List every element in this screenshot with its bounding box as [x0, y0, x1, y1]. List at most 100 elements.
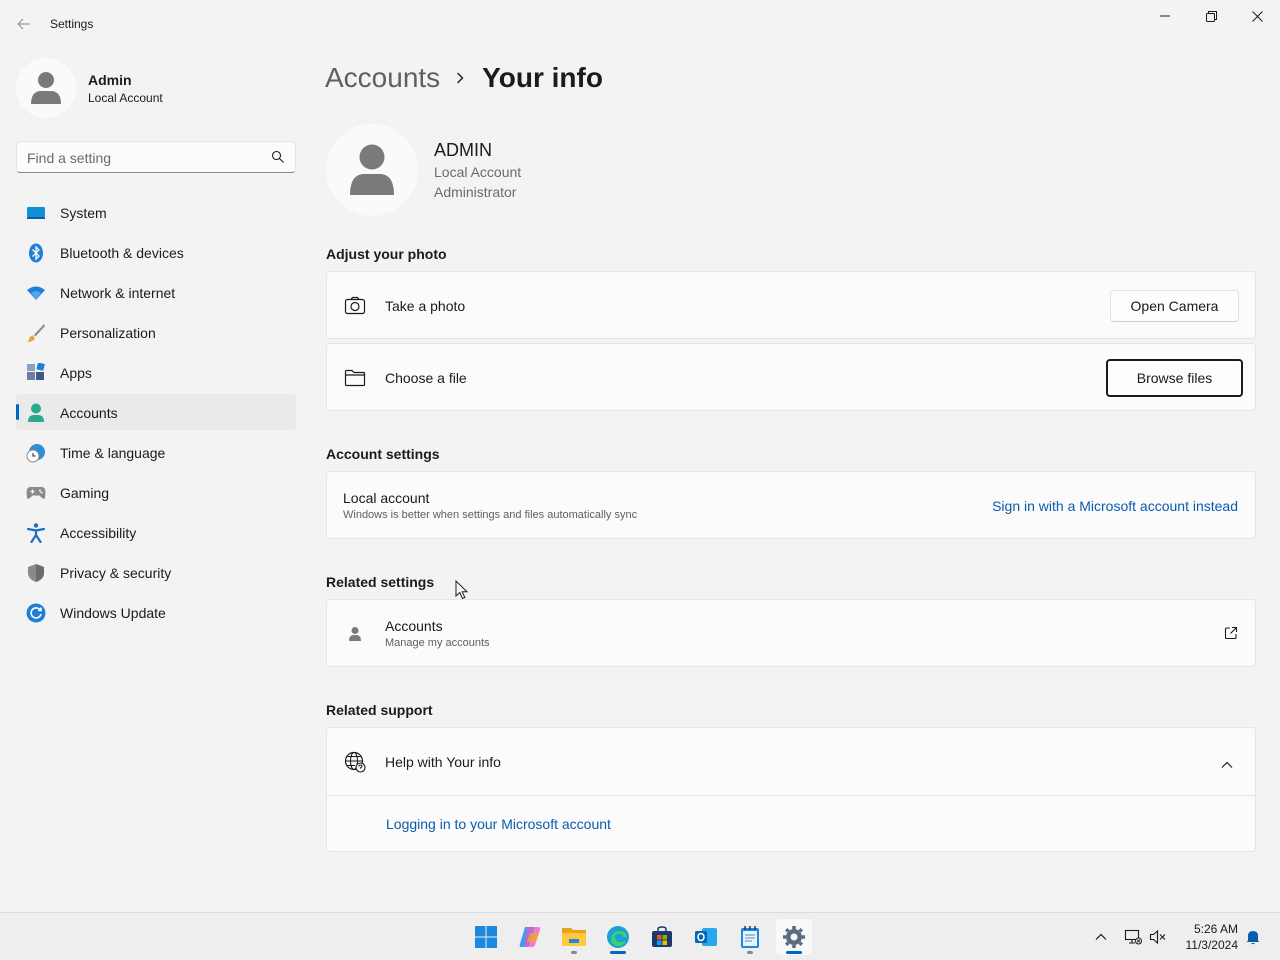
avatar	[326, 124, 418, 216]
sidebar-item-label: Personalization	[60, 325, 156, 341]
title-bar: Settings	[0, 0, 1280, 48]
local-account-description: Windows is better when settings and file…	[343, 509, 638, 521]
section-title-related-support: Related support	[326, 702, 433, 718]
sidebar-item-bluetooth[interactable]: Bluetooth & devices	[16, 234, 296, 270]
search-icon[interactable]	[271, 150, 285, 164]
sidebar-item-label: Privacy & security	[60, 565, 172, 581]
volume-muted-icon[interactable]	[1148, 927, 1168, 947]
avatar	[16, 58, 76, 118]
section-title-account-settings: Account settings	[326, 446, 440, 462]
search-box[interactable]	[16, 141, 296, 173]
open-external-icon	[1224, 626, 1238, 640]
choose-file-label: Choose a file	[385, 370, 467, 386]
related-accounts-description: Manage my accounts	[385, 637, 490, 649]
sidebar-item-gaming[interactable]: Gaming	[16, 474, 296, 510]
sidebar-profile[interactable]: Admin Local Account	[16, 58, 296, 118]
back-button[interactable]	[10, 12, 38, 36]
sidebar-item-accessibility[interactable]: Accessibility	[16, 514, 296, 550]
sidebar-item-label: Windows Update	[60, 605, 166, 621]
copilot-button[interactable]	[512, 919, 548, 955]
accessibility-icon	[26, 523, 46, 543]
notepad-button[interactable]	[732, 919, 768, 955]
user-account-type: Local Account	[434, 164, 522, 180]
sidebar-item-network[interactable]: Network & internet	[16, 274, 296, 310]
sidebar-item-personalization[interactable]: Personalization	[16, 314, 296, 350]
take-photo-label: Take a photo	[385, 298, 466, 314]
edge-icon	[607, 926, 629, 948]
accounts-icon	[26, 403, 46, 423]
store-button[interactable]	[644, 919, 680, 955]
folder-icon	[344, 367, 366, 389]
bluetooth-icon	[26, 243, 46, 263]
local-account-card: Local account Windows is better when set…	[326, 471, 1256, 539]
gamepad-icon	[26, 483, 46, 503]
brush-icon	[26, 323, 46, 343]
help-card: Help with Your info Logging in to your M…	[326, 727, 1256, 852]
close-icon	[1251, 10, 1263, 22]
user-name: ADMIN	[434, 140, 492, 160]
sidebar-item-windows-update[interactable]: Windows Update	[16, 594, 296, 630]
clock-time: 5:26 AM	[1193, 922, 1238, 936]
app-title: Settings	[50, 17, 94, 31]
breadcrumb-parent[interactable]: Accounts	[325, 62, 440, 94]
chevron-right-icon	[456, 72, 464, 84]
page-title: Your info	[482, 62, 603, 93]
taskbar-clock[interactable]: 5:26 AM 11/3/2024	[1170, 921, 1239, 953]
help-header[interactable]: Help with Your info	[327, 728, 1255, 796]
sidebar-item-label: Network & internet	[60, 285, 176, 301]
settings-icon	[783, 926, 805, 948]
sidebar-item-label: Bluetooth & devices	[60, 245, 184, 261]
profile-name: Admin	[88, 72, 132, 88]
network-disconnected-icon[interactable]	[1123, 927, 1143, 947]
browse-files-button[interactable]: Browse files	[1106, 359, 1243, 397]
sidebar-item-accounts[interactable]: Accounts	[16, 394, 296, 430]
help-link-logging-in[interactable]: Logging in to your Microsoft account	[386, 816, 611, 832]
person-icon	[344, 623, 366, 645]
edge-button[interactable]	[600, 919, 636, 955]
camera-icon	[344, 295, 366, 317]
sidebar-item-label: System	[60, 205, 107, 221]
clock-date: 11/3/2024	[1185, 938, 1239, 952]
choose-file-card: Choose a file Browse files	[326, 343, 1256, 411]
user-avatar-icon	[31, 72, 61, 104]
search-input[interactable]	[27, 148, 257, 168]
update-icon	[26, 603, 46, 623]
wifi-icon	[26, 283, 46, 303]
running-indicator	[571, 951, 577, 954]
file-explorer-button[interactable]	[556, 919, 592, 955]
sidebar-item-label: Accessibility	[60, 525, 137, 541]
minimize-button[interactable]	[1142, 4, 1188, 28]
sidebar-item-time-language[interactable]: Time & language	[16, 434, 296, 470]
restore-icon	[1205, 10, 1217, 22]
active-indicator	[786, 951, 802, 954]
show-hidden-icons-chevron-icon[interactable]	[1091, 927, 1111, 947]
outlook-icon	[695, 928, 717, 946]
restore-button[interactable]	[1188, 4, 1234, 28]
open-camera-button[interactable]: Open Camera	[1110, 290, 1239, 322]
sidebar-item-apps[interactable]: Apps	[16, 354, 296, 390]
back-arrow-icon	[17, 18, 30, 30]
help-label: Help with Your info	[385, 754, 501, 770]
sidebar-item-label: Time & language	[60, 445, 166, 461]
chevron-up-icon[interactable]	[1221, 756, 1233, 768]
sidebar-item-label: Apps	[60, 365, 92, 381]
profile-account-type: Local Account	[88, 91, 163, 105]
related-accounts-card[interactable]: Accounts Manage my accounts	[326, 599, 1256, 667]
close-button[interactable]	[1234, 4, 1280, 28]
taskbar: 5:26 AM 11/3/2024	[0, 912, 1280, 960]
globe-help-icon	[344, 751, 366, 773]
notification-bell-icon[interactable]	[1243, 927, 1263, 947]
start-button[interactable]	[468, 919, 504, 955]
sign-in-microsoft-link[interactable]: Sign in with a Microsoft account instead	[992, 498, 1238, 514]
sidebar-item-system[interactable]: System	[16, 194, 296, 230]
running-indicator	[747, 951, 753, 954]
related-accounts-label: Accounts	[385, 618, 443, 634]
store-icon	[652, 926, 672, 947]
system-icon	[26, 203, 46, 223]
user-avatar-icon	[350, 144, 394, 195]
outlook-button[interactable]	[688, 919, 724, 955]
active-indicator	[610, 951, 626, 954]
settings-taskbar-button[interactable]	[776, 919, 812, 955]
sidebar-item-privacy-security[interactable]: Privacy & security	[16, 554, 296, 590]
apps-icon	[26, 363, 46, 383]
